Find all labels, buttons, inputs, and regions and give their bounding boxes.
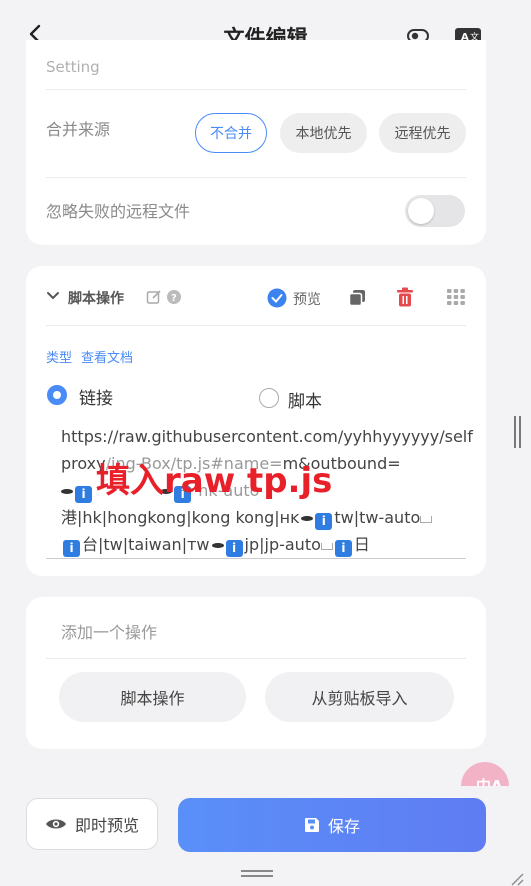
add-operation-title: 添加一个操作 — [61, 623, 158, 642]
annotation-overlay: 填入raw tp.js — [96, 461, 333, 501]
help-icon[interactable]: ? — [166, 289, 182, 305]
bottom-grabber — [241, 870, 273, 878]
live-preview-label: 即时预览 — [74, 816, 139, 835]
svg-text:?: ? — [171, 293, 177, 304]
info-badge-icon: i — [334, 540, 352, 557]
info-badge-icon: i — [225, 540, 243, 557]
view-docs-link[interactable]: 查看文档 — [81, 347, 133, 366]
merge-option-local-first[interactable]: 本地优先 — [280, 113, 367, 153]
add-operation-card: 添加一个操作 脚本操作 从剪贴板导入 — [26, 597, 486, 749]
divider — [46, 658, 466, 659]
type-label: 类型 — [46, 351, 73, 366]
preview-label[interactable]: 预览 — [293, 289, 321, 309]
type-option-link-label[interactable]: 链接 — [79, 384, 113, 409]
script-card-title: 脚本操作 — [68, 291, 124, 307]
divider — [46, 325, 466, 326]
eye-icon — [45, 819, 66, 829]
divider — [46, 89, 466, 90]
partial-setting-label: Setting — [46, 58, 100, 76]
merge-option-remote-first[interactable]: 远程优先 — [379, 113, 466, 153]
merge-source-label: 合并来源 — [46, 120, 111, 139]
ignore-failed-remote-toggle[interactable] — [405, 195, 465, 227]
save-label: 保存 — [327, 817, 360, 836]
import-from-clipboard-button[interactable]: 从剪贴板导入 — [265, 672, 454, 722]
info-badge-icon: i — [63, 540, 80, 557]
type-option-script-label[interactable]: 脚本 — [288, 387, 322, 412]
save-button[interactable]: 保存 — [178, 798, 486, 852]
collapse-chevron-icon[interactable] — [46, 290, 60, 302]
side-drag-handle[interactable] — [514, 416, 522, 448]
resize-corner-icon[interactable] — [510, 872, 524, 886]
divider — [46, 177, 466, 178]
drag-handle-icon[interactable] — [447, 289, 465, 305]
check-circle-icon[interactable] — [267, 288, 287, 308]
bottom-action-bar: 即时预览 保存 — [0, 786, 531, 886]
live-preview-button[interactable]: 即时预览 — [26, 798, 158, 850]
info-badge-icon: i — [315, 513, 333, 530]
delete-icon[interactable] — [396, 287, 414, 307]
url-line: i 台|tw|taiwan|ᴛᴡ i jp|jp-auto i 日 — [61, 531, 476, 558]
edit-icon[interactable] — [146, 289, 162, 305]
merge-option-none[interactable]: 不合并 — [195, 113, 267, 153]
info-badge-icon: i — [75, 486, 92, 503]
type-radio-script[interactable] — [259, 388, 279, 408]
merge-settings-card: Setting 合并来源 不合并 本地优先 远程优先 忽略失败的远程文件 — [26, 40, 486, 245]
type-radio-link[interactable] — [47, 385, 67, 405]
url-line: 港|hk|hongkong|kong kong|ʜᴋ i tw|tw-auto — [61, 504, 476, 531]
copy-icon[interactable] — [348, 288, 367, 307]
add-script-operation-button[interactable]: 脚本操作 — [59, 672, 246, 722]
script-operation-card: 脚本操作 ? 预览 类型 查看文档 链接 脚本 https://raw.gith… — [26, 266, 486, 576]
textarea-underline — [46, 558, 466, 559]
save-disk-icon — [304, 818, 319, 832]
url-line: https://raw.githubusercontent.com/yyhhyy… — [61, 427, 473, 446]
ignore-failed-remote-label: 忽略失败的远程文件 — [46, 202, 191, 221]
